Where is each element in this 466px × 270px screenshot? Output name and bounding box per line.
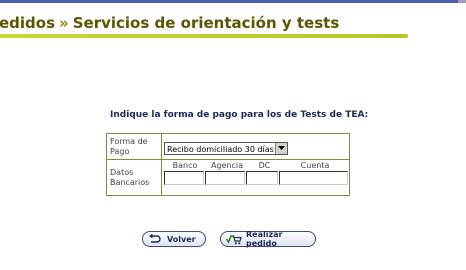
payment-form-table: Forma de Pago Recibo domiciliado 30 días… xyxy=(106,132,350,196)
breadcrumb-previous[interactable]: edidos xyxy=(0,14,55,32)
payment-method-cell: Recibo domiciliado 30 días xyxy=(161,132,350,161)
payment-method-selected: Recibo domiciliado 30 días xyxy=(167,145,274,155)
place-order-label: Realizar pedido xyxy=(246,230,283,248)
dropdown-arrow-icon[interactable] xyxy=(275,143,287,155)
control-digit-input[interactable] xyxy=(246,171,278,186)
bank-inputs xyxy=(162,171,349,186)
branch-code-input[interactable] xyxy=(205,171,245,186)
top-bar xyxy=(0,0,466,3)
bank-column-banco: Banco xyxy=(172,161,198,171)
bank-details-label: Datos Bancarios xyxy=(106,159,162,196)
back-button[interactable]: Volver xyxy=(142,231,206,247)
back-button-label: Volver xyxy=(167,234,196,244)
payment-method-label: Forma de Pago xyxy=(106,132,162,161)
top-bar-edge xyxy=(458,0,466,3)
cart-check-icon xyxy=(226,234,242,245)
bank-column-headers: Banco Agencia DC Cuenta xyxy=(162,161,349,170)
back-arrow-icon xyxy=(148,234,161,244)
bank-column-agencia: Agencia xyxy=(210,161,244,171)
account-number-input[interactable] xyxy=(279,171,348,186)
bank-column-cuenta: Cuenta xyxy=(300,161,330,171)
page-title: edidos» Servicios de orientación y tests xyxy=(0,14,339,32)
payment-prompt: Indique la forma de pago para los de Tes… xyxy=(110,110,369,120)
bank-code-input[interactable] xyxy=(164,171,204,186)
breadcrumb-separator: » xyxy=(59,14,69,32)
payment-method-select[interactable]: Recibo domiciliado 30 días xyxy=(164,142,288,156)
place-order-button[interactable]: Realizar pedido xyxy=(220,230,316,248)
bank-column-dc: DC xyxy=(258,161,271,171)
header-underline xyxy=(0,34,408,38)
breadcrumb-current: Servicios de orientación y tests xyxy=(72,14,340,32)
bank-details-cell: Banco Agencia DC Cuenta xyxy=(161,159,350,196)
